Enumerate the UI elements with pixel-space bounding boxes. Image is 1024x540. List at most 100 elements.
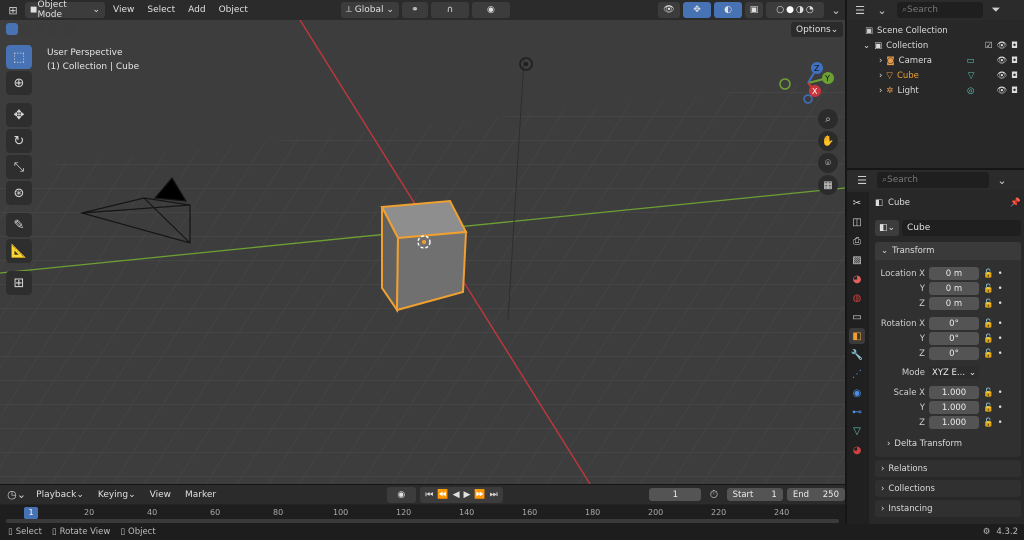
- lock-icon[interactable]: 🔓: [983, 299, 994, 309]
- lock-icon[interactable]: 🔓: [983, 418, 994, 428]
- render-tab-icon[interactable]: ◫: [849, 214, 865, 230]
- play-icon[interactable]: ▶: [463, 490, 470, 500]
- data-tab-icon[interactable]: ▽: [849, 423, 865, 439]
- rotation-mode-dropdown[interactable]: XYZ E... ⌄: [929, 366, 979, 379]
- orientation-dropdown[interactable]: ⟂ Global ⌄: [340, 2, 399, 18]
- play-reverse-icon[interactable]: ◀: [453, 490, 460, 500]
- keyframe-dot-icon[interactable]: •: [998, 403, 1003, 413]
- light-object[interactable]: [519, 57, 533, 71]
- checkbox-icon[interactable]: ☑: [985, 41, 993, 51]
- lock-icon[interactable]: 🔓: [983, 349, 994, 359]
- menu-timeline-view[interactable]: View: [145, 487, 176, 503]
- menu-keying[interactable]: Keying ⌄: [93, 487, 141, 503]
- zoom-icon[interactable]: ⌕: [818, 109, 838, 129]
- stopwatch-icon[interactable]: ⏱: [705, 487, 722, 503]
- keyframe-dot-icon[interactable]: •: [998, 334, 1003, 344]
- outliner-search-input[interactable]: ⌕ Search: [897, 2, 983, 18]
- timeline-scrollbar[interactable]: [6, 519, 839, 523]
- physics-tab-icon[interactable]: ◉: [849, 385, 865, 401]
- rotate-icon[interactable]: ↻: [6, 129, 32, 153]
- editor-type-icon[interactable]: ⊞: [4, 2, 22, 18]
- rotation-x-field[interactable]: 0°: [929, 317, 979, 330]
- scale-icon[interactable]: ⤡: [6, 155, 32, 179]
- record-toggle[interactable]: ◉: [386, 486, 416, 503]
- keyframe-dot-icon[interactable]: •: [998, 418, 1003, 428]
- material-tab-icon[interactable]: ◕: [849, 442, 865, 458]
- clock-editor-icon[interactable]: ◷⌄: [6, 487, 27, 503]
- select-intersect-icon[interactable]: [62, 23, 74, 35]
- start-frame-field[interactable]: Start 1: [726, 488, 783, 501]
- delta-transform-header[interactable]: › Delta Transform: [875, 436, 1021, 451]
- transform-header[interactable]: ⌄ Transform: [875, 242, 1021, 260]
- light-data-icon[interactable]: ◎: [967, 86, 974, 96]
- rotation-y-field[interactable]: 0°: [929, 332, 979, 345]
- camera-view-icon[interactable]: ⌾: [818, 153, 838, 173]
- keyframe-dot-icon[interactable]: •: [998, 388, 1003, 398]
- modifier-tab-icon[interactable]: 🔧: [849, 347, 865, 363]
- camera-data-icon[interactable]: ▭: [966, 56, 974, 66]
- properties-search-input[interactable]: ⌕ Search: [877, 172, 989, 188]
- camera-render-icon[interactable]: ◘: [1011, 41, 1018, 51]
- editor-type-icon[interactable]: ☰: [853, 172, 871, 188]
- proportional-edit-toggle[interactable]: ◉: [471, 2, 510, 18]
- eye-icon[interactable]: 👁: [996, 86, 1007, 96]
- collections-section[interactable]: › Collections: [875, 480, 1021, 497]
- menu-marker[interactable]: Marker: [180, 487, 221, 503]
- display-mode-icon[interactable]: ⌄: [873, 2, 891, 18]
- scale-z-field[interactable]: 1.000: [929, 416, 979, 429]
- jump-keyframe-forward-icon[interactable]: ⏩: [474, 490, 485, 500]
- select-new-icon[interactable]: [6, 23, 18, 35]
- pivot-dropdown[interactable]: ⚭: [401, 2, 428, 18]
- menu-add[interactable]: Add: [183, 2, 210, 18]
- keyframe-dot-icon[interactable]: •: [998, 319, 1003, 329]
- gizmo-toggle[interactable]: ✥: [683, 2, 711, 18]
- move-icon[interactable]: ✥: [6, 103, 32, 127]
- lock-icon[interactable]: 🔓: [983, 284, 994, 294]
- visibility-dropdown[interactable]: 👁: [658, 2, 680, 18]
- lock-icon[interactable]: 🔓: [983, 334, 994, 344]
- end-frame-field[interactable]: End 250: [786, 488, 845, 501]
- output-tab-icon[interactable]: ⎙: [849, 233, 865, 249]
- rotation-z-field[interactable]: 0°: [929, 347, 979, 360]
- relations-section[interactable]: › Relations: [875, 460, 1021, 477]
- timeline-ruler[interactable]: 1 20 40 60 80 100 120 140 160 180 200 22…: [0, 505, 845, 524]
- menu-playback[interactable]: Playback ⌄: [31, 487, 89, 503]
- xray-toggle[interactable]: ▣: [745, 2, 763, 18]
- scene-tab-icon[interactable]: ◕: [849, 271, 865, 287]
- lock-icon[interactable]: 🔓: [983, 319, 994, 329]
- mode-dropdown[interactable]: ◼ Object Mode ⌄: [25, 0, 105, 20]
- jump-end-icon[interactable]: ⏭: [490, 490, 498, 500]
- scene-collection-row[interactable]: ▣ Scene Collection: [865, 23, 1024, 38]
- outliner-item-camera[interactable]: › ◙ Camera ▭ 👁 ◘: [879, 53, 1024, 68]
- location-z-field[interactable]: 0 m: [929, 297, 979, 310]
- outliner-item-cube[interactable]: › ▽ Cube ▽ 👁 ◘: [879, 68, 1024, 83]
- keyframe-dot-icon[interactable]: •: [998, 269, 1003, 279]
- outliner-item-light[interactable]: › ✲ Light ◎ 👁 ◘: [879, 83, 1024, 98]
- camera-render-icon[interactable]: ◘: [1011, 56, 1018, 66]
- object-tab-icon[interactable]: ◧: [849, 328, 865, 344]
- mesh-data-icon[interactable]: ▽: [968, 71, 975, 81]
- cube-object[interactable]: [380, 199, 468, 314]
- scale-y-field[interactable]: 1.000: [929, 401, 979, 414]
- constraints-tab-icon[interactable]: ⊷: [849, 404, 865, 420]
- location-x-field[interactable]: 0 m: [929, 267, 979, 280]
- menu-object[interactable]: Object: [214, 2, 253, 18]
- 3d-viewport[interactable]: User Perspective (1) Collection | Cube O…: [0, 20, 845, 484]
- collection-tab-icon[interactable]: ▭: [849, 309, 865, 325]
- scale-x-field[interactable]: 1.000: [929, 386, 979, 399]
- measure-icon[interactable]: 📐: [6, 239, 32, 263]
- collection-row[interactable]: ⌄ ▣ Collection ☑ 👁 ◘: [863, 38, 1024, 53]
- pin-icon[interactable]: 📌: [1010, 198, 1021, 208]
- transform-icon[interactable]: ⊛: [6, 181, 32, 205]
- overlay-toggle[interactable]: ◐: [714, 2, 742, 18]
- shading-dropdown-icon[interactable]: ⌄: [827, 2, 845, 18]
- camera-render-icon[interactable]: ◘: [1011, 86, 1018, 96]
- options-button[interactable]: Options ⌄: [791, 22, 844, 37]
- filter-icon[interactable]: ⏷: [989, 2, 1003, 18]
- grid-view-icon[interactable]: ▦: [818, 175, 838, 195]
- editor-type-icon[interactable]: ☰: [853, 2, 867, 18]
- eye-icon[interactable]: 👁: [996, 56, 1007, 66]
- hand-pan-icon[interactable]: ✋: [818, 131, 838, 151]
- select-subtract-icon[interactable]: [34, 23, 46, 35]
- jump-keyframe-back-icon[interactable]: ⏪: [437, 490, 448, 500]
